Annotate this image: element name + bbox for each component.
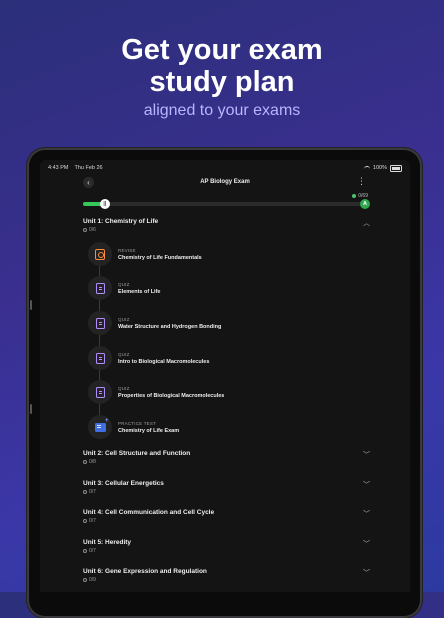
unit-progress: 0/6 — [83, 227, 370, 233]
quiz-doc-icon — [95, 282, 105, 294]
unit-3-header[interactable]: Unit 3: Cellular Energetics 0/7 ﹀ — [83, 480, 370, 495]
chevron-up-icon[interactable]: ︿ — [363, 218, 370, 228]
app-screen: 4:43 PM Thu Feb 26 100% ‹ AP Biology Exa… — [40, 160, 410, 592]
unit-6-header[interactable]: Unit 6: Gene Expression and Regulation 0… — [83, 568, 370, 583]
battery-icon — [390, 164, 402, 172]
chevron-down-icon[interactable]: ﹀ — [363, 480, 370, 490]
step-icon-circle — [88, 276, 112, 300]
unit-title: Unit 1: Chemistry of Life — [83, 218, 159, 225]
marketing-headline: Get your exam study plan — [0, 34, 444, 98]
progress-ring-icon — [83, 228, 87, 232]
unit-progress: 0/9 — [83, 577, 370, 583]
step-kind: QUIZ — [118, 386, 130, 391]
step-quiz[interactable]: QUIZ Properties of Biological Macromolec… — [88, 380, 350, 410]
app-header: ‹ AP Biology Exam ⋮ — [40, 176, 410, 190]
check-dot-icon — [352, 194, 357, 198]
step-quiz[interactable]: QUIZ Elements of Life — [88, 276, 350, 306]
page-title: AP Biology Exam — [200, 179, 250, 185]
step-kind: PRACTICE TEST — [118, 421, 157, 426]
step-quiz[interactable]: QUIZ Intro to Biological Macromolecules — [88, 346, 350, 376]
marketing-subheadline: aligned to your exams — [143, 102, 301, 119]
unit-progress-label: 0/8 — [89, 459, 96, 465]
step-icon-circle — [88, 415, 112, 439]
status-date: Thu Feb 26 — [74, 165, 103, 171]
vertical-ellipsis-icon[interactable]: ⋮ — [357, 176, 366, 186]
step-icon-circle — [88, 311, 112, 335]
status-bar: 4:43 PM Thu Feb 26 100% — [48, 163, 402, 173]
headline-line-2: study plan — [149, 66, 295, 98]
step-practice-test[interactable]: PRACTICE TEST Chemistry of Life Exam — [88, 415, 350, 445]
unit-progress-label: 0/6 — [89, 227, 96, 233]
unit-2-header[interactable]: Unit 2: Cell Structure and Function 0/8 … — [83, 450, 370, 465]
chevron-down-icon[interactable]: ﹀ — [363, 568, 370, 578]
quiz-doc-icon — [95, 317, 105, 329]
step-name: Intro to Biological Macromolecules — [118, 359, 210, 365]
step-name: Chemistry of Life Fundamentals — [118, 255, 202, 261]
unit-progress: 0/7 — [83, 489, 370, 495]
step-kind: REVISE — [118, 248, 136, 253]
unit-progress: 0/7 — [83, 548, 370, 554]
step-icon-circle — [88, 346, 112, 370]
unit-4-header[interactable]: Unit 4: Cell Communication and Cell Cycl… — [83, 509, 370, 524]
unit-progress-label: 0/7 — [89, 548, 96, 554]
progress-ring-icon — [83, 578, 87, 582]
status-right: 100% — [363, 164, 402, 172]
progress-ring-icon — [83, 460, 87, 464]
headline-line-1: Get your exam — [121, 34, 323, 66]
progress-track: || — [83, 199, 362, 209]
unit-progress-label: 0/7 — [89, 489, 96, 495]
chevron-down-icon[interactable]: ﹀ — [363, 539, 370, 549]
target-grade-badge: A — [360, 199, 370, 209]
quiz-doc-icon — [95, 386, 105, 398]
practice-test-icon — [94, 418, 109, 432]
unit-progress: 0/7 — [83, 518, 370, 524]
step-kind: QUIZ — [118, 352, 130, 357]
chevron-down-icon[interactable]: ﹀ — [363, 509, 370, 519]
step-name: Properties of Biological Macromolecules — [118, 393, 225, 399]
unit-5-header[interactable]: Unit 5: Heredity 0/7 ﹀ — [83, 539, 370, 554]
progress-ring-icon — [83, 549, 87, 553]
unit-progress-label: 0/7 — [89, 518, 96, 524]
unit-title: Unit 4: Cell Communication and Cell Cycl… — [83, 509, 215, 516]
step-revise[interactable]: REVISE Chemistry of Life Fundamentals — [88, 242, 350, 272]
step-kind: QUIZ — [118, 317, 130, 322]
study-plan-progress: 0/69 || A — [83, 193, 370, 213]
step-quiz[interactable]: QUIZ Water Structure and Hydrogen Bondin… — [88, 311, 350, 341]
progress-ring-icon — [83, 519, 87, 523]
step-kind: QUIZ — [118, 282, 130, 287]
unit-title: Unit 5: Heredity — [83, 539, 132, 546]
quiz-doc-icon — [95, 352, 105, 364]
progress-knob[interactable]: || — [99, 199, 110, 209]
step-icon-circle — [88, 380, 112, 404]
unit-progress: 0/8 — [83, 459, 370, 465]
chevron-down-icon[interactable]: ﹀ — [363, 450, 370, 460]
step-name: Water Structure and Hydrogen Bonding — [118, 324, 222, 330]
step-name: Elements of Life — [118, 289, 161, 295]
battery-percent: 100% — [372, 165, 387, 171]
unit-1-header[interactable]: Unit 1: Chemistry of Life 0/6 ︿ — [83, 218, 370, 233]
step-name: Chemistry of Life Exam — [118, 428, 180, 434]
progress-ring-icon — [83, 490, 87, 494]
revise-icon — [95, 248, 105, 260]
wifi-icon — [363, 165, 370, 171]
step-icon-circle — [88, 242, 112, 266]
side-button — [30, 404, 32, 414]
unit-title: Unit 3: Cellular Energetics — [83, 480, 164, 487]
status-time: 4:43 PM — [48, 165, 69, 171]
side-button — [30, 300, 32, 310]
unit-progress-label: 0/9 — [89, 577, 96, 583]
unit-title: Unit 6: Gene Expression and Regulation — [83, 568, 207, 575]
unit-title: Unit 2: Cell Structure and Function — [83, 450, 191, 457]
